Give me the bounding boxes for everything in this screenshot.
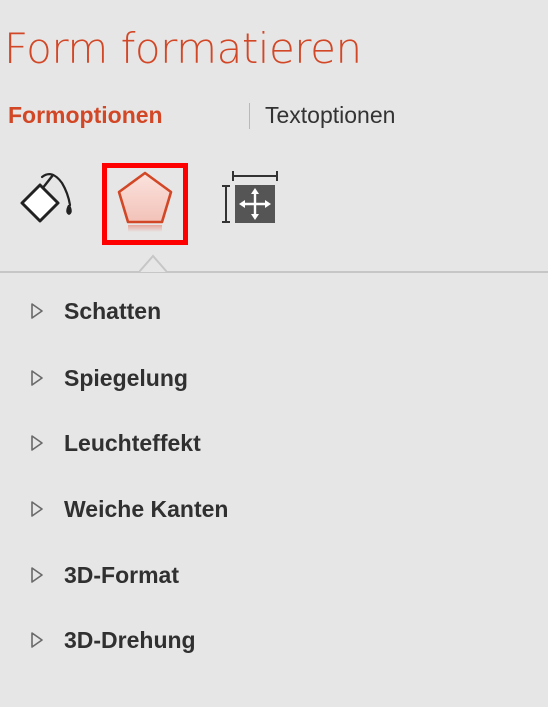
format-shape-pane: Form formatieren Formoptionen Textoption… — [0, 0, 548, 707]
section-label: 3D-Format — [64, 562, 180, 588]
section-3d-format[interactable]: 3D-Format — [0, 552, 548, 602]
tab-textoptionen[interactable]: Textoptionen — [265, 102, 395, 129]
expand-triangle-icon — [30, 302, 44, 320]
fill-line-icon — [20, 173, 72, 223]
section-label: Spiegelung — [64, 365, 188, 391]
section-schatten[interactable]: Schatten — [0, 288, 548, 338]
section-label: Schatten — [64, 298, 162, 324]
size-properties-icon — [222, 171, 278, 223]
section-3d-drehung[interactable]: 3D-Drehung — [0, 617, 548, 667]
pane-title: Form formatieren — [4, 24, 362, 73]
expand-triangle-icon — [30, 631, 44, 649]
section-leuchteffekt[interactable]: Leuchteffekt — [0, 420, 548, 470]
section-label: 3D-Drehung — [64, 627, 196, 653]
expand-triangle-icon — [30, 566, 44, 584]
divider — [0, 271, 548, 273]
fill-line-button[interactable] — [18, 165, 80, 225]
expand-triangle-icon — [30, 434, 44, 452]
tab-separator — [249, 103, 250, 129]
section-label: Weiche Kanten — [64, 496, 229, 522]
size-properties-button[interactable] — [219, 167, 279, 227]
section-weiche-kanten[interactable]: Weiche Kanten — [0, 486, 548, 536]
selection-pointer-icon — [139, 253, 167, 273]
expand-triangle-icon — [30, 369, 44, 387]
effects-pentagon-icon — [117, 171, 173, 232]
section-label: Leuchteffekt — [64, 430, 201, 456]
expand-triangle-icon — [30, 500, 44, 518]
effects-button[interactable] — [102, 163, 188, 245]
tab-formoptionen[interactable]: Formoptionen — [8, 102, 163, 129]
section-spiegelung[interactable]: Spiegelung — [0, 355, 548, 405]
